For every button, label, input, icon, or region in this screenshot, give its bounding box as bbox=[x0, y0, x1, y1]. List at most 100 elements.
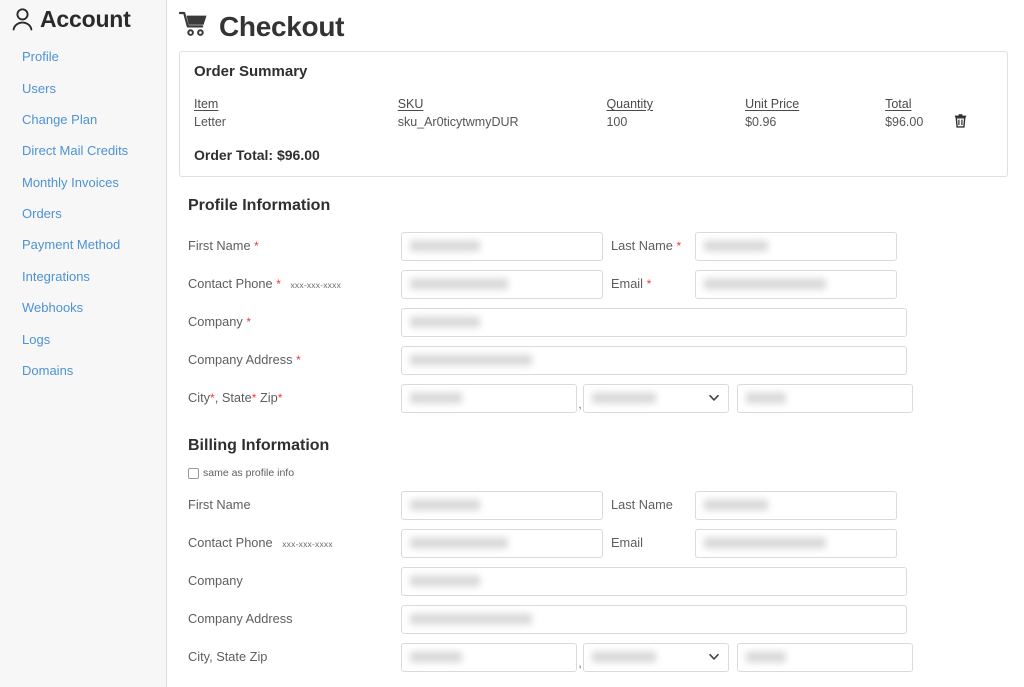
billing-state-select[interactable] bbox=[583, 642, 729, 672]
sidebar-item-change-plan[interactable]: Change Plan bbox=[0, 104, 166, 135]
profile-contact-phone-input[interactable] bbox=[401, 269, 603, 299]
cell-quantity: 100 bbox=[606, 115, 628, 129]
order-total: Order Total: $96.00 bbox=[194, 147, 320, 163]
column-header-actions bbox=[954, 97, 993, 113]
chevron-down-icon bbox=[709, 394, 719, 402]
phone-format-hint: xxx-xxx-xxxx bbox=[290, 279, 342, 290]
same-as-profile-checkbox[interactable] bbox=[188, 467, 199, 479]
row-profile-phone-email: Contact Phone * xxx-xxx-xxxx Email * bbox=[179, 265, 1008, 303]
redacted-value bbox=[410, 354, 532, 366]
sidebar-item-logs[interactable]: Logs bbox=[0, 323, 166, 354]
redacted-value bbox=[704, 499, 768, 511]
profile-zip-input[interactable] bbox=[737, 383, 913, 413]
column-header-sku: SKU bbox=[397, 97, 424, 111]
main-content: Checkout Order Summary Item SKU Quantity… bbox=[167, 0, 1024, 687]
label-profile-contact-phone: Contact Phone * xxx-xxx-xxxx bbox=[188, 275, 342, 291]
required-marker: * bbox=[254, 239, 259, 253]
label-profile-company-address: Company Address * bbox=[188, 352, 301, 367]
column-header-unit-price: Unit Price bbox=[745, 97, 800, 111]
row-billing-name: First Name Last Name bbox=[179, 486, 1008, 524]
redacted-value bbox=[592, 392, 656, 404]
redacted-value bbox=[410, 575, 480, 587]
account-sidebar: Account Profile Users Change Plan Direct… bbox=[0, 0, 167, 687]
redacted-value bbox=[704, 240, 768, 252]
sidebar-item-orders[interactable]: Orders bbox=[0, 198, 166, 229]
billing-city-input[interactable] bbox=[401, 642, 577, 672]
redacted-value bbox=[410, 499, 480, 511]
required-marker: * bbox=[296, 353, 301, 367]
sidebar-header: Account bbox=[0, 0, 166, 34]
delete-line-item-button[interactable] bbox=[954, 113, 967, 128]
profile-city-input[interactable] bbox=[401, 383, 577, 413]
row-billing-company: Company bbox=[179, 562, 1008, 600]
redacted-value bbox=[746, 392, 786, 404]
billing-company-address-input[interactable] bbox=[401, 604, 907, 634]
same-as-profile-label[interactable]: same as profile info bbox=[203, 467, 294, 479]
column-header-item: Item bbox=[194, 97, 219, 111]
redacted-value bbox=[410, 278, 508, 290]
sidebar-item-payment-method[interactable]: Payment Method bbox=[0, 229, 166, 260]
sidebar-item-monthly-invoices[interactable]: Monthly Invoices bbox=[0, 167, 166, 198]
label-billing-city-state-zip: City, State Zip bbox=[188, 649, 268, 664]
sidebar-item-direct-mail-credits[interactable]: Direct Mail Credits bbox=[0, 135, 166, 166]
redacted-value bbox=[704, 537, 826, 549]
cell-unit-price: $0.96 bbox=[745, 115, 777, 129]
checkout-page: Account Profile Users Change Plan Direct… bbox=[0, 0, 1024, 687]
page-title-text: Checkout bbox=[219, 10, 345, 42]
sidebar-item-integrations[interactable]: Integrations bbox=[0, 261, 166, 292]
redacted-value bbox=[410, 537, 508, 549]
required-marker: * bbox=[246, 315, 252, 329]
billing-email-input[interactable] bbox=[695, 528, 897, 558]
label-billing-company-address: Company Address bbox=[188, 611, 293, 626]
order-summary-card: Order Summary Item SKU Quantity Unit Pri… bbox=[179, 51, 1008, 177]
table-row: Letter sku_Ar0ticytwmyDUR 100 $0.96 $96.… bbox=[194, 113, 993, 131]
sidebar-item-profile[interactable]: Profile bbox=[0, 41, 166, 72]
required-marker: * bbox=[251, 391, 257, 405]
sidebar-item-domains[interactable]: Domains bbox=[0, 355, 166, 386]
profile-company-address-input[interactable] bbox=[401, 345, 907, 375]
profile-last-name-input[interactable] bbox=[695, 231, 897, 261]
column-header-total: Total bbox=[885, 97, 912, 111]
billing-company-input[interactable] bbox=[401, 566, 907, 596]
redacted-value bbox=[410, 316, 480, 328]
sidebar-item-users[interactable]: Users bbox=[0, 72, 166, 103]
table-header-row: Item SKU Quantity Unit Price Total bbox=[194, 97, 993, 113]
billing-first-name-input[interactable] bbox=[401, 490, 603, 520]
cell-sku: sku_Ar0ticytwmyDUR bbox=[397, 115, 519, 129]
profile-first-name-input[interactable] bbox=[401, 231, 603, 261]
user-icon bbox=[12, 7, 33, 31]
cell-item: Letter bbox=[194, 115, 226, 129]
cell-actions bbox=[954, 113, 993, 131]
order-summary-title: Order Summary bbox=[194, 63, 308, 80]
billing-last-name-input[interactable] bbox=[695, 490, 897, 520]
label-billing-first-name: First Name bbox=[188, 497, 251, 512]
required-marker: * bbox=[277, 391, 283, 405]
label-billing-email: Email bbox=[611, 535, 643, 550]
cell-total: $96.00 bbox=[885, 115, 924, 129]
profile-email-input[interactable] bbox=[695, 269, 897, 299]
profile-information-heading: Profile Information bbox=[188, 197, 331, 214]
profile-company-input[interactable] bbox=[401, 307, 907, 337]
label-billing-contact-phone: Contact Phone xxx-xxx-xxxx bbox=[188, 534, 333, 550]
row-billing-city-state-zip: City, State Zip , bbox=[179, 638, 1008, 676]
phone-format-hint: xxx-xxx-xxxx bbox=[282, 538, 333, 549]
row-profile-name: First Name * Last Name * bbox=[179, 227, 1008, 265]
required-marker: * bbox=[276, 276, 281, 291]
profile-state-select[interactable] bbox=[583, 383, 729, 413]
label-profile-email: Email * bbox=[611, 276, 652, 291]
sidebar-title: Account bbox=[40, 5, 131, 32]
billing-contact-phone-input[interactable] bbox=[401, 528, 603, 558]
required-marker: * bbox=[646, 277, 652, 291]
redacted-value bbox=[592, 651, 656, 663]
column-header-quantity: Quantity bbox=[606, 97, 654, 111]
row-profile-company-address: Company Address * bbox=[179, 341, 1008, 379]
profile-information-form: First Name * Last Name * Contact Phone *… bbox=[179, 227, 1008, 417]
billing-zip-input[interactable] bbox=[737, 642, 913, 672]
redacted-value bbox=[410, 613, 532, 625]
same-as-profile-row: same as profile info bbox=[188, 464, 1008, 482]
redacted-value bbox=[410, 392, 462, 404]
row-billing-company-address: Company Address bbox=[179, 600, 1008, 638]
sidebar-item-webhooks[interactable]: Webhooks bbox=[0, 292, 166, 323]
row-billing-phone-email: Contact Phone xxx-xxx-xxxx Email bbox=[179, 524, 1008, 562]
redacted-value bbox=[410, 240, 480, 252]
